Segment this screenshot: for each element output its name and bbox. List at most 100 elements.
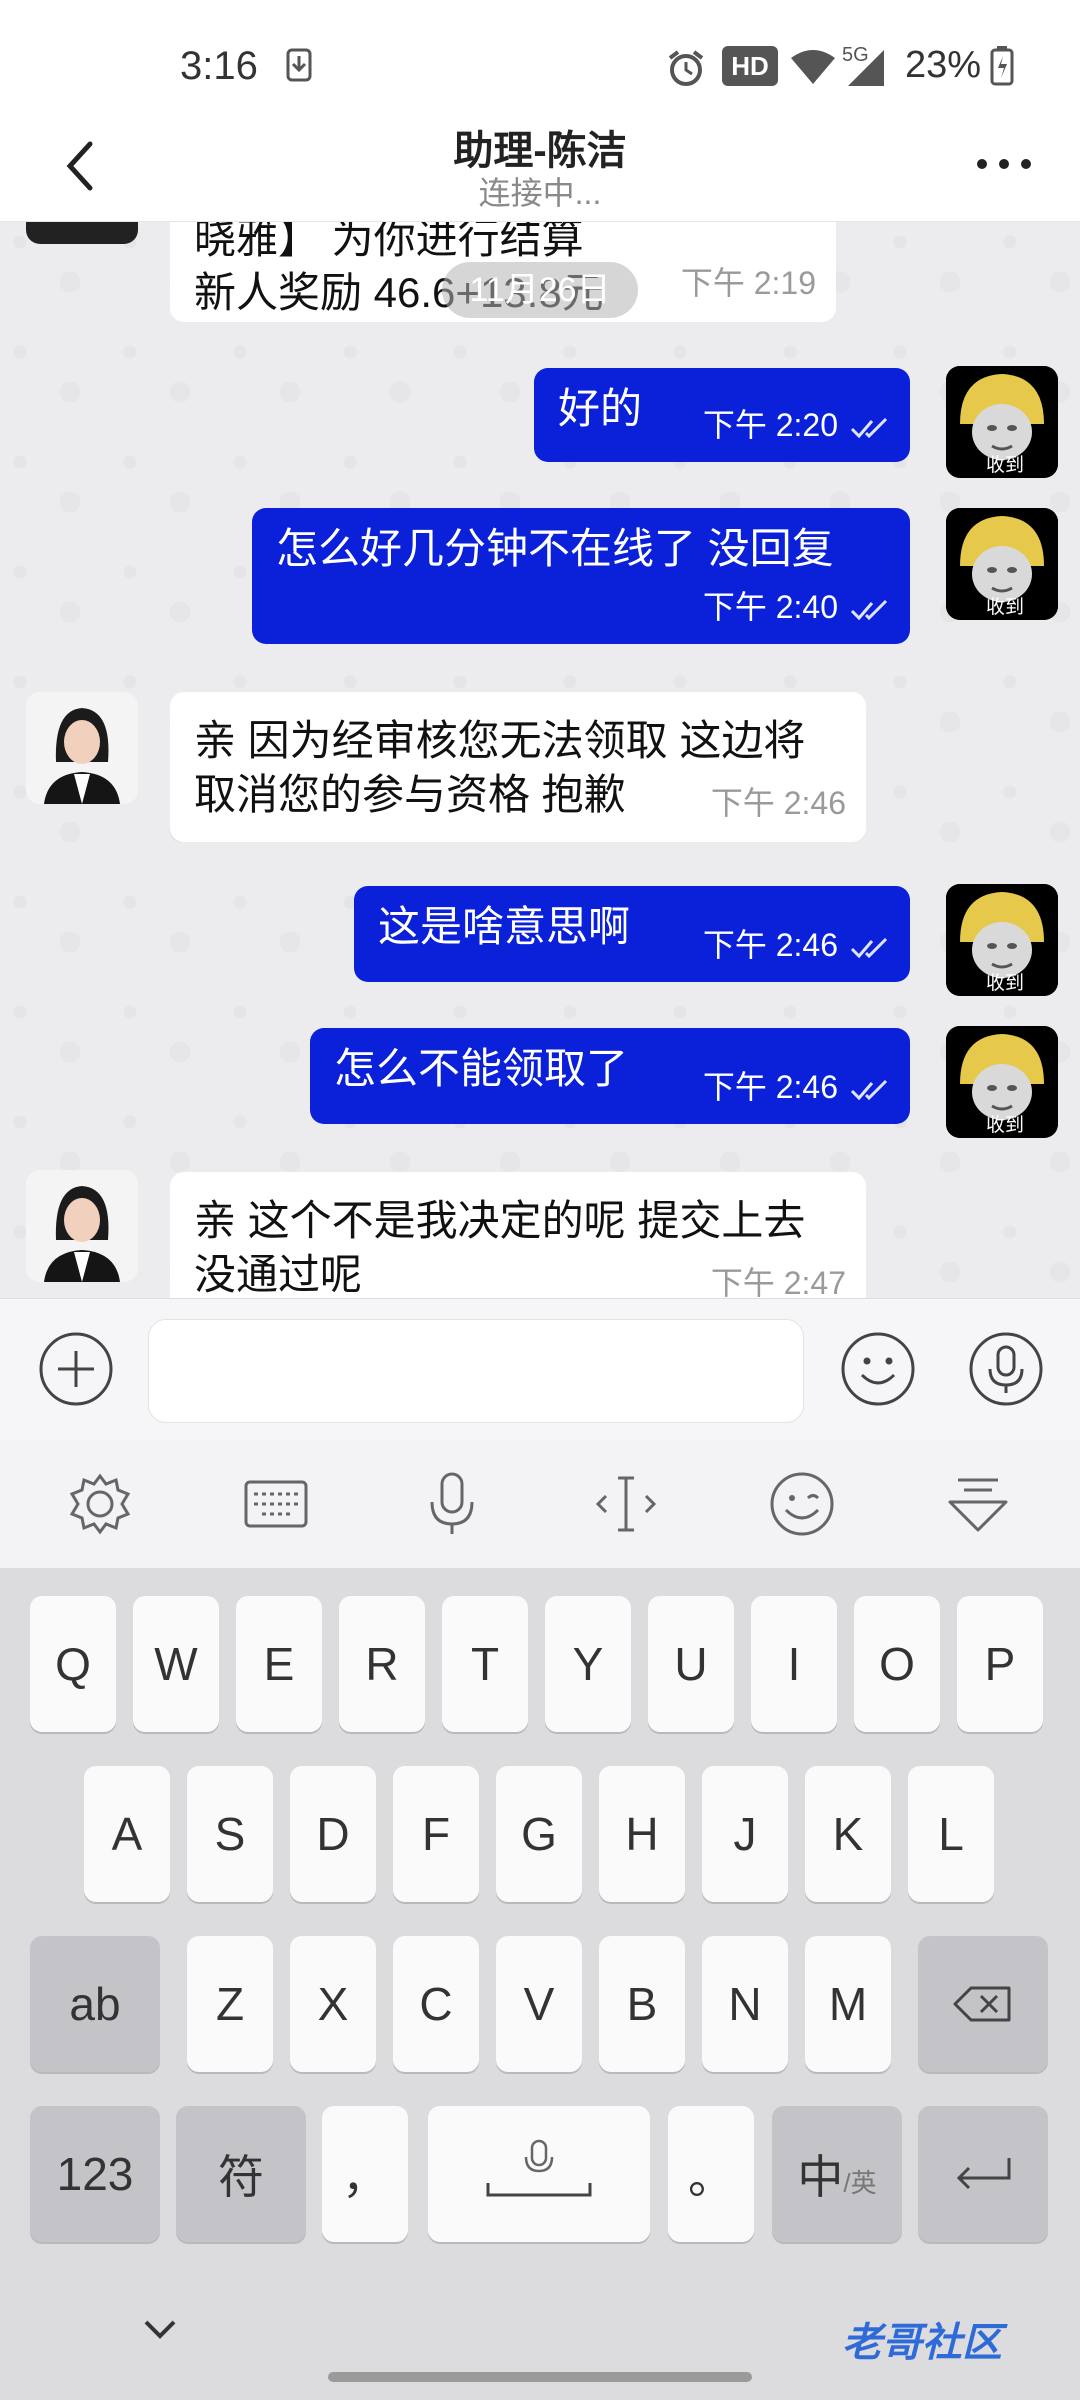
contact-avatar[interactable]: [26, 222, 138, 244]
keyboard: Q W E R T Y U I O P A S D F G H J K L ab…: [0, 1568, 1080, 2400]
contact-avatar[interactable]: [26, 692, 138, 804]
key-z[interactable]: Z: [187, 1936, 273, 2072]
status-bar: 3:16 HD 5G 23%: [0, 0, 1080, 110]
key-o[interactable]: O: [854, 1596, 940, 1732]
key-q[interactable]: Q: [30, 1596, 116, 1732]
key-comma[interactable]: ，: [322, 2106, 408, 2242]
keyboard-layout-icon[interactable]: [242, 1470, 310, 1538]
key-ab-shift[interactable]: ab: [30, 1936, 160, 2072]
key-r[interactable]: R: [339, 1596, 425, 1732]
emoji-keyboard-icon[interactable]: [768, 1470, 836, 1538]
key-y[interactable]: Y: [545, 1596, 631, 1732]
key-n[interactable]: N: [702, 1936, 788, 2072]
message-bubble-outgoing[interactable]: 怎么好几分钟不在线了 没回复 下午 2:40: [252, 508, 910, 644]
read-ticks-icon: [850, 1079, 888, 1100]
message-time: 下午 2:47: [710, 1265, 846, 1298]
key-g[interactable]: G: [496, 1766, 582, 1902]
message-text: 好的: [558, 385, 643, 432]
message-input-bar: [0, 1298, 1080, 1440]
emoji-icon[interactable]: [840, 1331, 916, 1407]
avatar-caption: 收到: [986, 597, 1025, 618]
signal-icon: [848, 50, 884, 86]
key-enter[interactable]: [918, 2106, 1048, 2242]
connection-status: 连接中...: [478, 175, 602, 211]
key-period[interactable]: 。: [668, 2106, 754, 2242]
message-time: 下午 2:46: [710, 785, 846, 821]
key-u[interactable]: U: [648, 1596, 734, 1732]
cursor-move-icon[interactable]: [592, 1470, 660, 1538]
space-mic-icon: [486, 2139, 592, 2197]
user-avatar[interactable]: 收到: [946, 1026, 1058, 1138]
message-time: 下午 2:46: [702, 927, 838, 963]
key-w[interactable]: W: [133, 1596, 219, 1732]
lang-main: 中: [797, 2151, 844, 2203]
avatar-caption: 收到: [986, 1115, 1025, 1136]
read-ticks-icon: [850, 417, 888, 438]
collapse-keyboard-icon[interactable]: [944, 1470, 1012, 1538]
home-indicator[interactable]: [328, 2372, 752, 2382]
key-t[interactable]: T: [442, 1596, 528, 1732]
user-avatar[interactable]: 收到: [946, 508, 1058, 620]
key-l[interactable]: L: [908, 1766, 994, 1902]
contact-avatar[interactable]: [26, 1170, 138, 1282]
message-time: 下午 2:19: [680, 265, 816, 301]
key-j[interactable]: J: [702, 1766, 788, 1902]
status-time: 3:16: [180, 44, 258, 88]
battery-percent: 23%: [905, 44, 982, 86]
key-m[interactable]: M: [805, 1936, 891, 2072]
key-c[interactable]: C: [393, 1936, 479, 2072]
keyboard-settings-icon[interactable]: [66, 1470, 134, 1538]
message-meta: 下午 2:46: [703, 1060, 890, 1114]
key-s[interactable]: S: [187, 1766, 273, 1902]
key-v[interactable]: V: [496, 1936, 582, 2072]
key-k[interactable]: K: [805, 1766, 891, 1902]
message-bubble-outgoing[interactable]: 这是啥意思啊 下午 2:46: [354, 886, 910, 982]
chat-messages[interactable]: 晓雅】 为你进行结算新人奖励 46.6+13.8元 下午 2:19 11月26日…: [0, 222, 1080, 1298]
key-space[interactable]: [428, 2106, 650, 2242]
message-bubble-incoming[interactable]: 亲 因为经审核您无法领取 这边将取消您的参与资格 抱歉 下午 2:46: [170, 692, 866, 842]
message-meta: 下午 2:20: [703, 398, 890, 452]
message-bubble-outgoing[interactable]: 怎么不能领取了 下午 2:46: [310, 1028, 910, 1124]
hide-keyboard-chevron-icon[interactable]: [142, 2318, 178, 2342]
date-separator: 11月26日: [442, 262, 638, 318]
user-avatar[interactable]: 收到: [946, 366, 1058, 478]
alarm-icon: [668, 50, 704, 86]
key-d[interactable]: D: [290, 1766, 376, 1902]
key-a[interactable]: A: [84, 1766, 170, 1902]
user-avatar[interactable]: 收到: [946, 884, 1058, 996]
wifi-icon: [791, 50, 835, 84]
lang-sub: /英: [843, 2167, 877, 2198]
more-options-icon[interactable]: [974, 154, 1034, 174]
battery-icon: [990, 46, 1014, 86]
assistant-avatar-icon: [26, 1170, 138, 1282]
add-attachment-icon[interactable]: [38, 1331, 114, 1407]
key-x[interactable]: X: [290, 1936, 376, 2072]
key-backspace[interactable]: [918, 1936, 1048, 2072]
backspace-icon: [953, 1986, 1011, 2022]
chat-header: 助理-陈洁 连接中...: [0, 110, 1080, 222]
enter-icon: [956, 2158, 1011, 2190]
key-i[interactable]: I: [751, 1596, 837, 1732]
avatar-caption: 收到: [986, 455, 1025, 476]
message-time: 下午 2:46: [702, 1069, 838, 1105]
key-p[interactable]: P: [957, 1596, 1043, 1732]
message-bubble-incoming[interactable]: 亲 这个不是我决定的呢 提交上去没通过呢 下午 2:47: [170, 1172, 866, 1298]
key-numbers[interactable]: 123: [30, 2106, 160, 2242]
key-f[interactable]: F: [393, 1766, 479, 1902]
key-language-switch[interactable]: 中/英: [772, 2106, 902, 2242]
assistant-avatar-icon: [26, 692, 138, 804]
message-text: 这是啥意思啊: [378, 903, 631, 950]
message-meta: 下午 2:40: [703, 580, 890, 634]
key-e[interactable]: E: [236, 1596, 322, 1732]
message-input[interactable]: [148, 1319, 804, 1423]
read-ticks-icon: [850, 599, 888, 620]
key-b[interactable]: B: [599, 1936, 685, 2072]
key-h[interactable]: H: [599, 1766, 685, 1902]
keyboard-toolbar: [0, 1440, 1080, 1568]
voice-input-icon[interactable]: [418, 1470, 486, 1538]
voice-message-icon[interactable]: [968, 1331, 1044, 1407]
message-meta: 下午 2:46: [703, 918, 890, 972]
message-bubble-outgoing[interactable]: 好的 下午 2:20: [534, 368, 910, 462]
key-symbols[interactable]: 符: [176, 2106, 306, 2242]
download-status-icon: [286, 48, 312, 82]
